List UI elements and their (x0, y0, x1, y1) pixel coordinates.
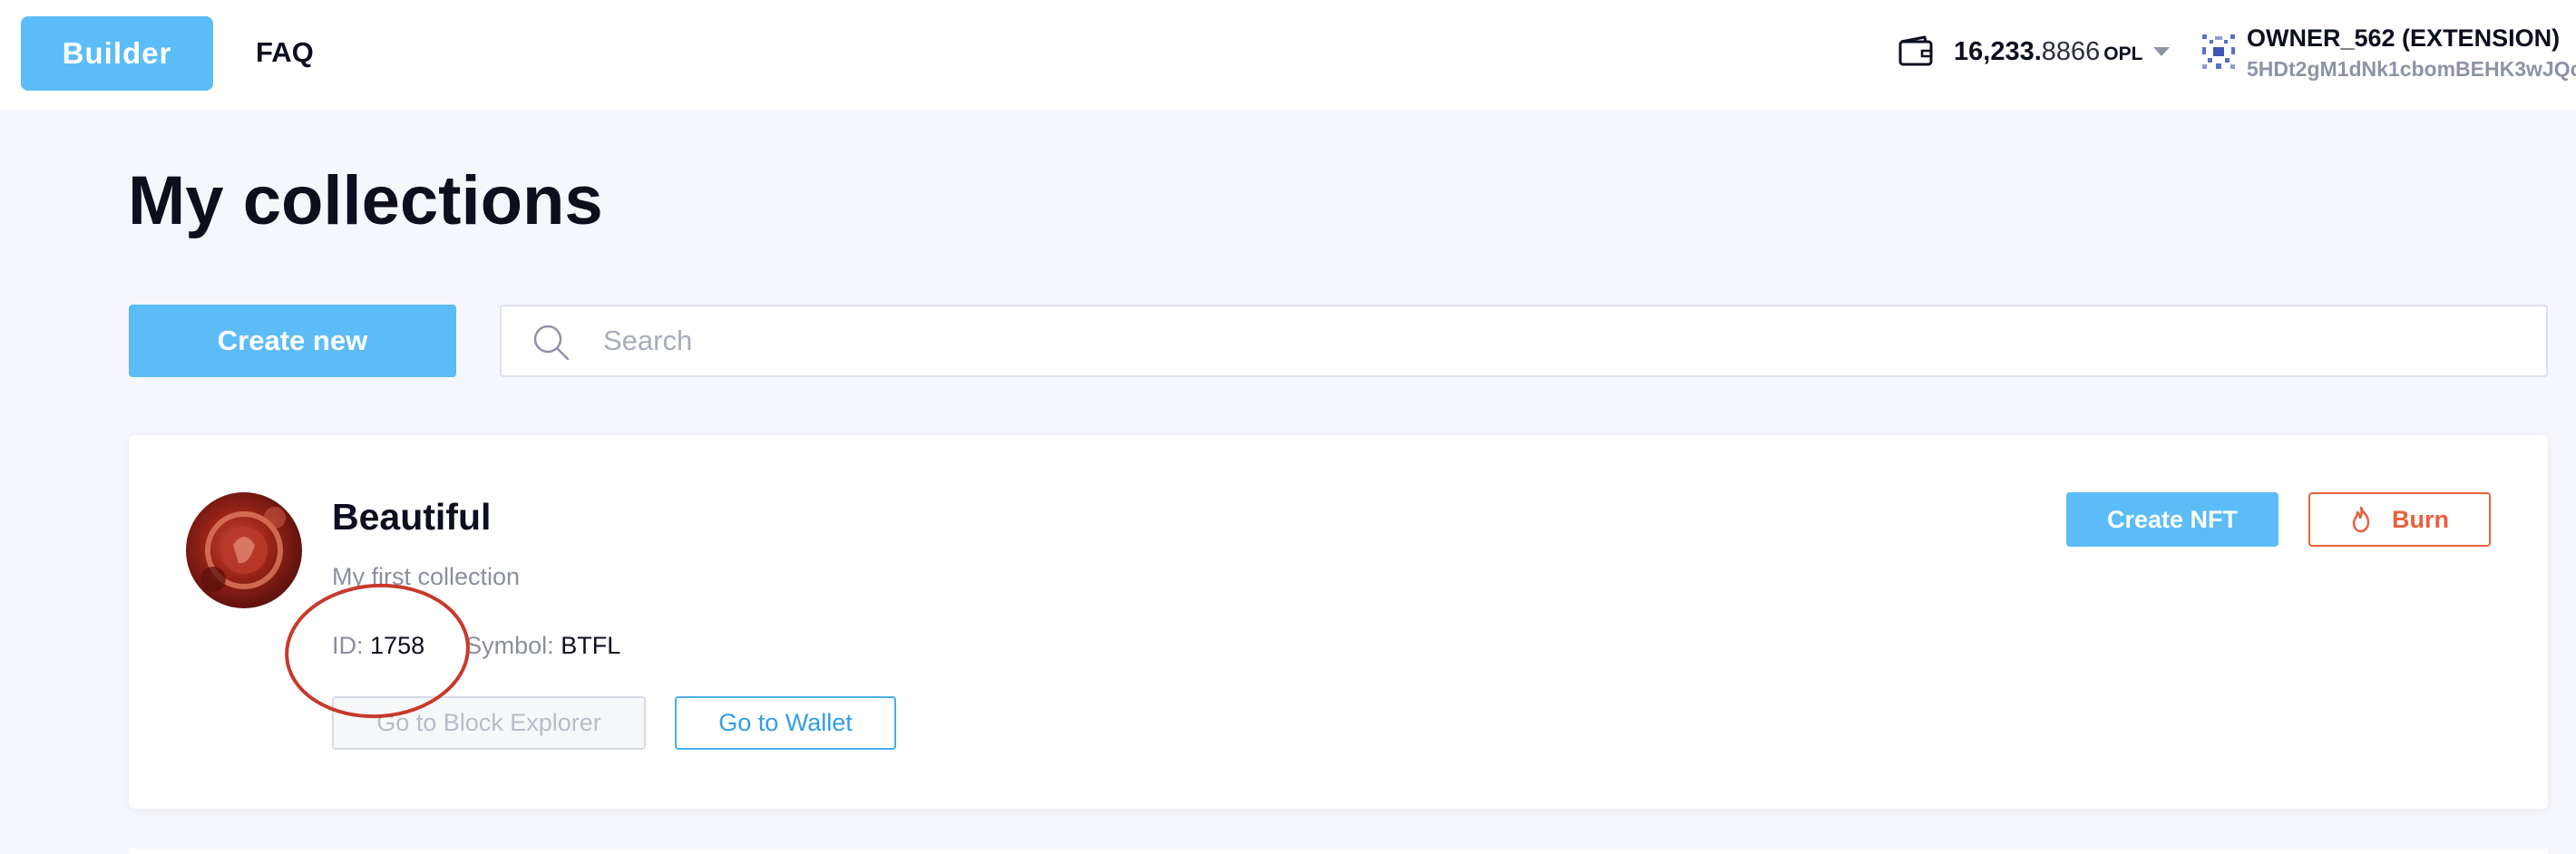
search-icon (533, 325, 570, 361)
burn-button[interactable]: Burn (2308, 492, 2491, 547)
go-to-wallet-button[interactable]: Go to Wallet (675, 696, 896, 750)
create-nft-button[interactable]: Create NFT (2066, 492, 2278, 547)
next-card-edge (129, 849, 2548, 854)
collection-card (129, 435, 2548, 809)
account-address[interactable]: 5HDt2gM1dNk1cbomBEHK3wJQc (2247, 54, 2576, 83)
wallet-icon (1898, 35, 1933, 66)
chevron-down-icon[interactable] (2152, 46, 2171, 57)
balance-decimal: 8866 (2041, 37, 2101, 66)
search-input[interactable] (603, 306, 2508, 375)
builder-button[interactable]: Builder (21, 16, 213, 91)
id-value: 1758 (370, 632, 425, 659)
collection-meta: ID: 1758 Symbol: BTFL (332, 629, 620, 662)
search-box (500, 305, 2548, 377)
balance-unit: OPL (2103, 44, 2143, 64)
collection-name: Beautiful (332, 496, 492, 538)
identicon-avatar-icon[interactable] (2199, 31, 2239, 73)
collection-cover-image (186, 492, 302, 608)
faq-link[interactable]: FAQ (256, 34, 314, 71)
block-explorer-button[interactable]: Go to Block Explorer (332, 696, 646, 750)
fire-icon (2352, 506, 2370, 533)
page-title: My collections (128, 162, 603, 239)
balance-integer: 16,233. (1954, 37, 2042, 66)
id-label: ID: (332, 632, 364, 659)
account-name[interactable]: OWNER_562 (EXTENSION) (2247, 22, 2560, 54)
wallet-balance[interactable]: 16,233.8866 OPL (1954, 34, 2142, 70)
symbol-label: Symbol: (465, 632, 554, 659)
collection-description: My first collection (332, 563, 521, 590)
symbol-value: BTFL (561, 632, 621, 659)
burn-label: Burn (2392, 505, 2449, 533)
top-navigation-bar: Builder FAQ 16,233.8866 OPL OWNER_562 (EX… (0, 0, 2576, 110)
create-new-button[interactable]: Create new (129, 305, 456, 377)
